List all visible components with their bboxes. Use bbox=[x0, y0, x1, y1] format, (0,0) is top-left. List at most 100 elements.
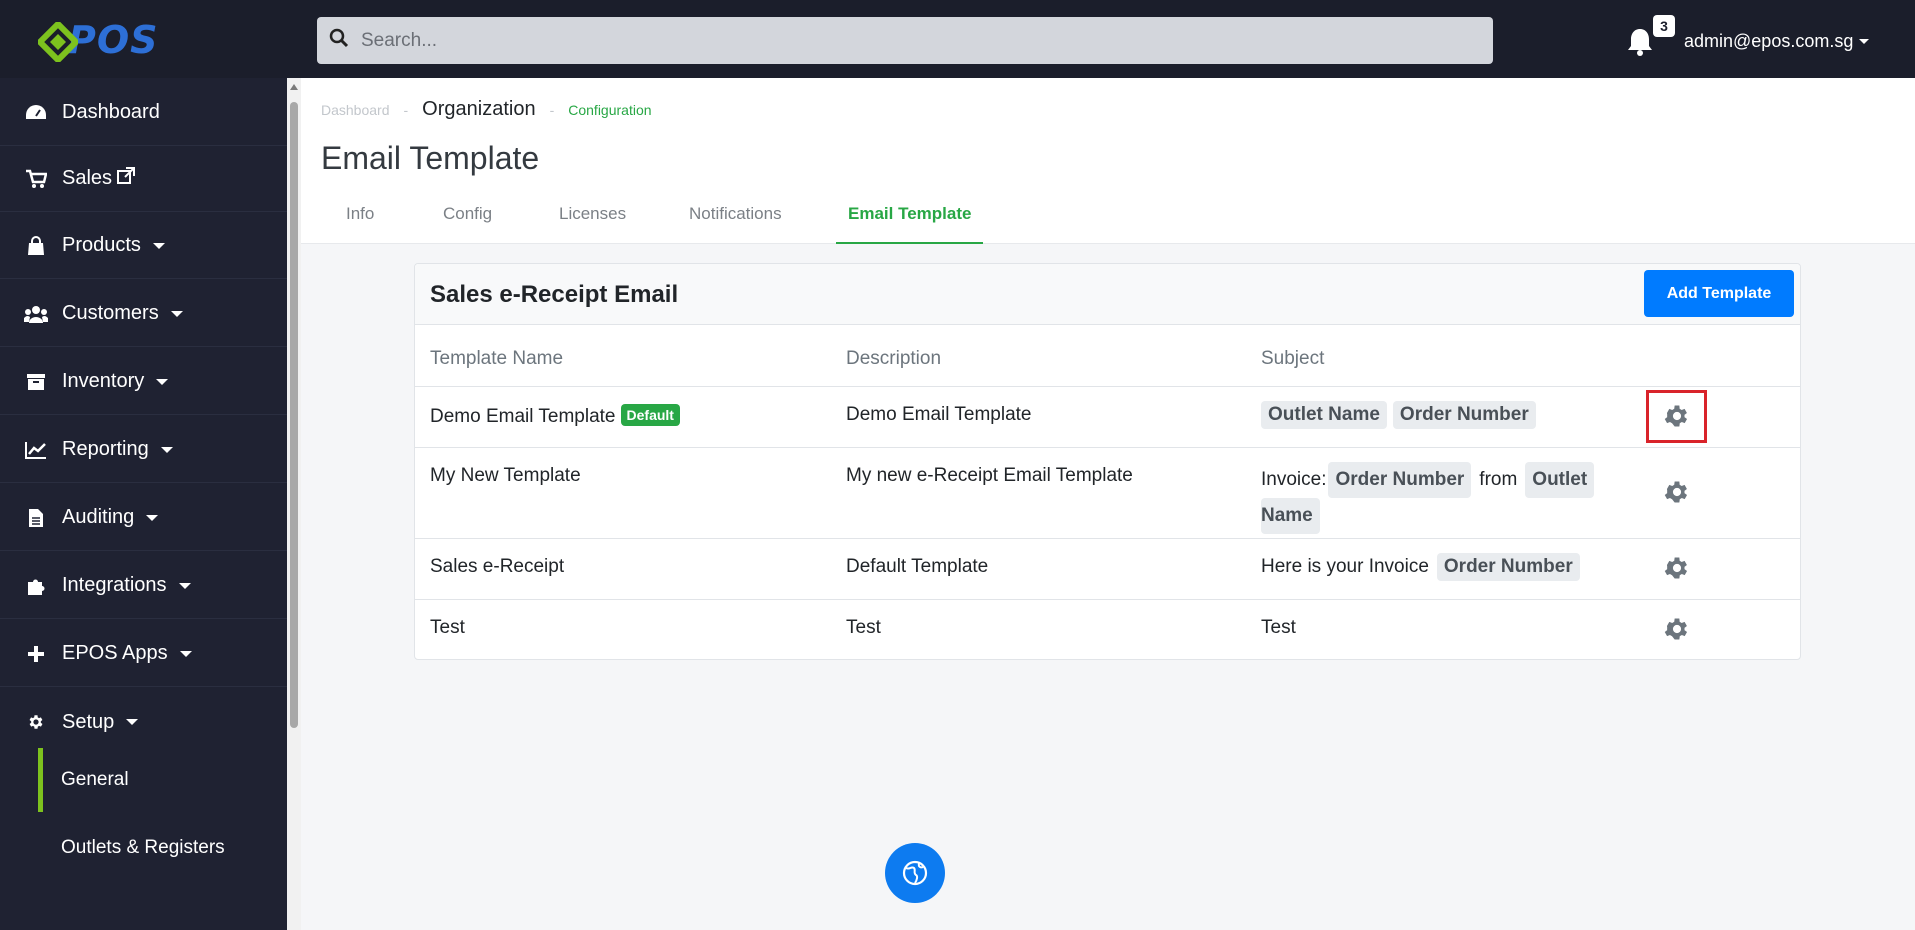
caret-down-icon bbox=[146, 514, 159, 521]
card-header: Sales e-Receipt Email Add Template bbox=[415, 264, 1800, 325]
caret-down-icon bbox=[179, 650, 192, 657]
subject-tag: Order Number bbox=[1328, 462, 1472, 498]
sidebar-item-integrations[interactable]: Integrations bbox=[0, 553, 287, 619]
scroll-up-arrow-icon[interactable] bbox=[290, 84, 298, 90]
sidebar-item-reporting[interactable]: Reporting bbox=[0, 417, 287, 483]
table-row-1-name[interactable]: Demo Email Template Default bbox=[430, 404, 680, 428]
caret-down-icon bbox=[1859, 39, 1870, 44]
breadcrumb-dashboard[interactable]: Dashboard bbox=[321, 102, 390, 118]
sidebar-item-label: Products bbox=[62, 234, 141, 256]
archive-icon bbox=[24, 371, 48, 393]
sidebar-subitem-general[interactable]: General bbox=[38, 748, 287, 812]
subject-middle: from bbox=[1479, 469, 1518, 490]
card-title: Sales e-Receipt Email bbox=[430, 281, 679, 308]
default-badge: Default bbox=[620, 404, 680, 426]
epos-logo[interactable]: POS bbox=[35, 18, 188, 65]
page-header: Dashboard - Organization - Configuration… bbox=[301, 78, 1915, 244]
row-divider bbox=[415, 447, 1800, 448]
globe-icon bbox=[902, 860, 928, 886]
tab-email-template[interactable]: Email Template bbox=[836, 200, 984, 244]
add-template-button[interactable]: Add Template bbox=[1644, 270, 1794, 317]
sidebar-item-auditing[interactable]: Auditing bbox=[0, 485, 287, 551]
row-1-settings-gear-icon[interactable] bbox=[1663, 402, 1691, 430]
subject-tag: Order Number bbox=[1436, 553, 1580, 581]
bell-icon[interactable] bbox=[1626, 27, 1654, 57]
scrollbar-thumb[interactable] bbox=[290, 102, 298, 728]
table-row-3-description: Default Template bbox=[846, 556, 989, 577]
sidebar: Dashboard Sales Products Customers Inven… bbox=[0, 78, 287, 930]
main-content: Dashboard - Organization - Configuration… bbox=[301, 78, 1915, 930]
table-row-2-description: My new e-Receipt Email Template bbox=[846, 465, 1133, 486]
subject-tag: Order Number bbox=[1392, 401, 1536, 429]
caret-down-icon bbox=[160, 446, 173, 453]
breadcrumb-configuration[interactable]: Configuration bbox=[568, 102, 651, 118]
sidebar-subitem-label: General bbox=[61, 769, 129, 790]
notification-count-badge: 3 bbox=[1653, 15, 1675, 37]
subject-tag: Outlet bbox=[1525, 462, 1595, 498]
row-4-settings-gear-icon[interactable] bbox=[1663, 615, 1691, 643]
tab-info[interactable]: Info bbox=[346, 200, 374, 244]
sidebar-item-inventory[interactable]: Inventory bbox=[0, 349, 287, 415]
sidebar-scrollbar[interactable] bbox=[287, 78, 301, 930]
users-icon bbox=[24, 303, 48, 325]
sidebar-item-label: Inventory bbox=[62, 370, 145, 392]
search-icon bbox=[329, 28, 349, 53]
row-divider bbox=[415, 599, 1800, 600]
sidebar-item-epos-apps[interactable]: EPOS Apps bbox=[0, 621, 287, 687]
logo-diamond-icon bbox=[35, 19, 81, 65]
plus-icon bbox=[24, 643, 48, 665]
caret-down-icon bbox=[152, 242, 165, 249]
tab-licenses[interactable]: Licenses bbox=[559, 200, 626, 244]
table-row-2-name[interactable]: My New Template bbox=[430, 465, 581, 487]
sidebar-item-dashboard[interactable]: Dashboard bbox=[0, 80, 287, 146]
top-bar: POS 3 admin@epos.com.sg bbox=[0, 0, 1915, 78]
subject-prefix: Here is your Invoice bbox=[1261, 556, 1429, 577]
row-3-settings-gear-icon[interactable] bbox=[1663, 554, 1691, 582]
user-menu[interactable]: admin@epos.com.sg bbox=[1684, 31, 1870, 52]
subject-tag: Name bbox=[1261, 498, 1320, 534]
gear-icon bbox=[24, 711, 48, 733]
external-link-icon bbox=[117, 166, 136, 191]
sidebar-item-label: Customers bbox=[62, 302, 159, 324]
table-row-4-name[interactable]: Test bbox=[430, 617, 465, 639]
breadcrumb-organization[interactable]: Organization bbox=[422, 98, 535, 121]
sidebar-item-label: Sales bbox=[62, 167, 113, 189]
sidebar-item-label: Reporting bbox=[62, 438, 149, 460]
sidebar-item-label: Auditing bbox=[62, 506, 135, 528]
template-name: Demo Email Template bbox=[430, 406, 616, 427]
table-row-4-subject: Test bbox=[1261, 617, 1296, 638]
sidebar-subitem-outlets-registers[interactable]: Outlets & Registers bbox=[38, 816, 287, 880]
sidebar-item-customers[interactable]: Customers bbox=[0, 281, 287, 347]
table-row-4-description: Test bbox=[846, 617, 881, 638]
tab-notifications[interactable]: Notifications bbox=[689, 200, 782, 244]
table-row-1-description: Demo Email Template bbox=[846, 404, 1032, 425]
search-input[interactable] bbox=[361, 29, 1461, 52]
sidebar-item-setup[interactable]: Setup bbox=[0, 689, 287, 755]
caret-down-icon bbox=[178, 582, 191, 589]
column-header-subject: Subject bbox=[1261, 348, 1325, 369]
sidebar-subitem-label: Outlets & Registers bbox=[61, 837, 225, 858]
cart-icon bbox=[24, 168, 48, 190]
logo-text: POS bbox=[68, 18, 159, 62]
email-template-card: Sales e-Receipt Email Add Template Templ… bbox=[414, 263, 1801, 660]
sidebar-item-label: Integrations bbox=[62, 574, 167, 596]
breadcrumb-separator: - bbox=[403, 101, 409, 118]
caret-down-icon bbox=[170, 310, 183, 317]
tab-config[interactable]: Config bbox=[443, 200, 492, 244]
subject-prefix: Invoice: bbox=[1261, 469, 1327, 490]
breadcrumb-separator: - bbox=[549, 101, 555, 118]
sidebar-item-products[interactable]: Products bbox=[0, 213, 287, 279]
caret-down-icon bbox=[126, 719, 139, 725]
file-icon bbox=[24, 507, 48, 529]
row-2-settings-gear-icon[interactable] bbox=[1663, 478, 1691, 506]
user-email: admin@epos.com.sg bbox=[1684, 31, 1854, 51]
table-row-3-name[interactable]: Sales e-Receipt bbox=[430, 556, 564, 578]
caret-down-icon bbox=[156, 378, 169, 385]
search-bar[interactable] bbox=[317, 17, 1493, 64]
floating-help-button[interactable] bbox=[885, 843, 945, 903]
table-row-1-subject: Outlet Name Order Number bbox=[1261, 401, 1542, 429]
column-header-template-name: Template Name bbox=[430, 348, 564, 369]
page-title: Email Template bbox=[321, 140, 540, 176]
breadcrumb: Dashboard - Organization - Configuration bbox=[321, 98, 652, 121]
sidebar-item-sales[interactable]: Sales bbox=[0, 146, 287, 212]
